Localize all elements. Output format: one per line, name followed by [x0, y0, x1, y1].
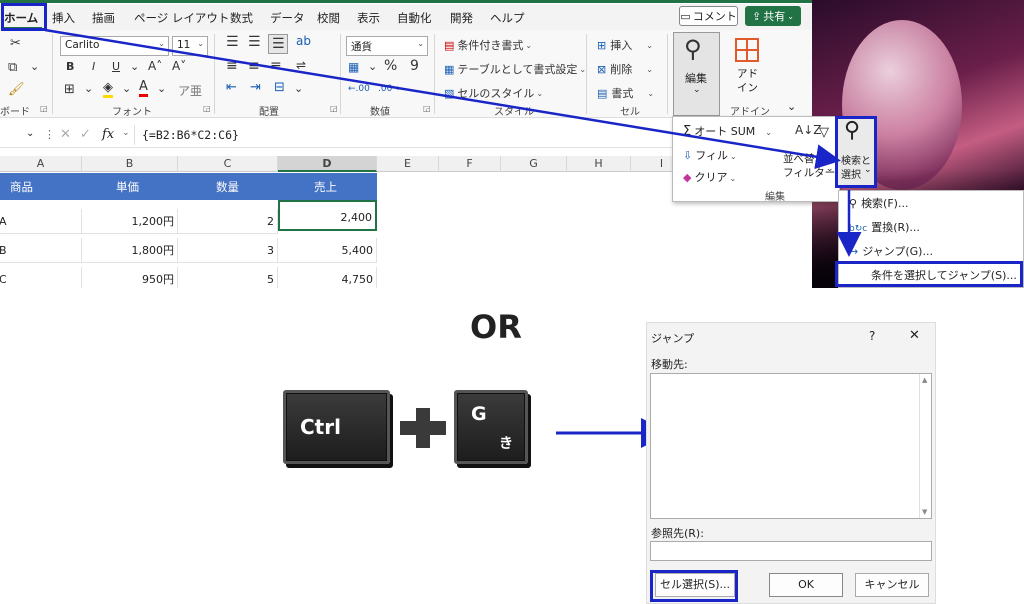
scroll-up-icon[interactable]: ▲ — [922, 376, 927, 384]
cancel-button[interactable]: キャンセル — [855, 573, 929, 597]
reference-label: 参照先(R): — [651, 527, 704, 540]
goto-label: 移動先: — [651, 358, 688, 371]
g-key: G き — [454, 390, 528, 464]
scroll-down-icon[interactable]: ▼ — [922, 508, 927, 516]
help-button[interactable]: ? — [869, 329, 875, 343]
close-icon[interactable]: ✕ — [909, 328, 920, 343]
dialog-title: ジャンプ — [651, 332, 695, 345]
plus-icon — [400, 408, 446, 448]
ok-button[interactable]: OK — [769, 573, 843, 597]
reference-input[interactable] — [650, 541, 932, 561]
goto-dialog: ジャンプ ? ✕ 移動先: ▲ ▼ 参照先(R): セル選択(S)... OK … — [646, 322, 936, 604]
ctrl-key: Ctrl — [283, 390, 390, 464]
highlight-special-button — [650, 570, 738, 602]
scrollbar[interactable]: ▲ ▼ — [919, 374, 931, 518]
goto-list[interactable]: ▲ ▼ — [650, 373, 932, 519]
or-label: OR — [470, 308, 522, 346]
